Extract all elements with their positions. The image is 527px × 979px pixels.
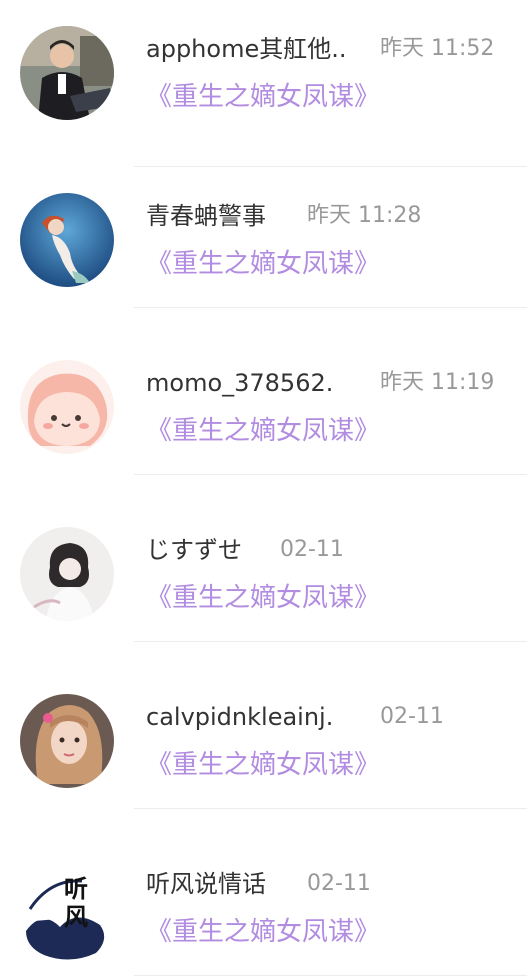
username[interactable]: 听风说情话 <box>146 869 266 899</box>
girl-photo-icon <box>20 694 114 788</box>
username[interactable]: apphome其舡他.. <box>146 34 346 64</box>
book-link[interactable]: 《重生之嫡女凤谋》 <box>146 916 380 948</box>
timestamp: 02-11 <box>307 871 371 896</box>
avatar[interactable] <box>20 527 114 621</box>
divider <box>134 975 527 976</box>
avatar[interactable] <box>20 26 114 120</box>
book-link[interactable]: 《重生之嫡女凤谋》 <box>146 582 380 614</box>
avatar[interactable] <box>20 193 114 287</box>
avatar-calligraphy-text: 听风 <box>64 874 88 931</box>
book-link[interactable]: 《重生之嫡女凤谋》 <box>146 415 380 447</box>
cartoon-blob-icon <box>20 360 114 454</box>
comment-row[interactable]: 青春蚺警事 昨天 11:28 《重生之嫡女凤谋》 <box>0 141 527 308</box>
book-link[interactable]: 《重生之嫡女凤谋》 <box>146 81 380 113</box>
timestamp: 昨天 11:28 <box>307 203 422 228</box>
comment-row[interactable]: 听风 听风说情话 02-11 《重生之嫡女凤谋》 <box>0 809 527 976</box>
comment-row[interactable]: calvpidnkleainj. 02-11 《重生之嫡女凤谋》 <box>0 642 527 809</box>
man-photo-icon <box>20 26 114 120</box>
timestamp: 02-11 <box>280 537 344 562</box>
username[interactable]: じすずせ <box>146 535 242 565</box>
mermaid-photo-icon <box>20 193 114 287</box>
timestamp: 昨天 11:19 <box>380 370 495 395</box>
avatar[interactable] <box>20 360 114 454</box>
book-link[interactable]: 《重生之嫡女凤谋》 <box>146 248 380 280</box>
timestamp: 昨天 11:52 <box>380 36 495 61</box>
comment-row[interactable]: momo_378562. 昨天 11:19 《重生之嫡女凤谋》 <box>0 308 527 475</box>
username[interactable]: calvpidnkleainj. <box>146 702 333 732</box>
timestamp: 02-11 <box>380 704 444 729</box>
book-link[interactable]: 《重生之嫡女凤谋》 <box>146 749 380 781</box>
comment-list: apphome其舡他.. 昨天 11:52 《重生之嫡女凤谋》 青春蚺警事 昨天… <box>0 0 527 979</box>
avatar[interactable] <box>20 694 114 788</box>
avatar[interactable]: 听风 <box>20 869 114 963</box>
username[interactable]: momo_378562. <box>146 368 333 398</box>
comment-row[interactable]: じすずせ 02-11 《重生之嫡女凤谋》 <box>0 475 527 642</box>
username[interactable]: 青春蚺警事 <box>146 201 266 231</box>
girl-sketch-icon <box>20 527 114 621</box>
